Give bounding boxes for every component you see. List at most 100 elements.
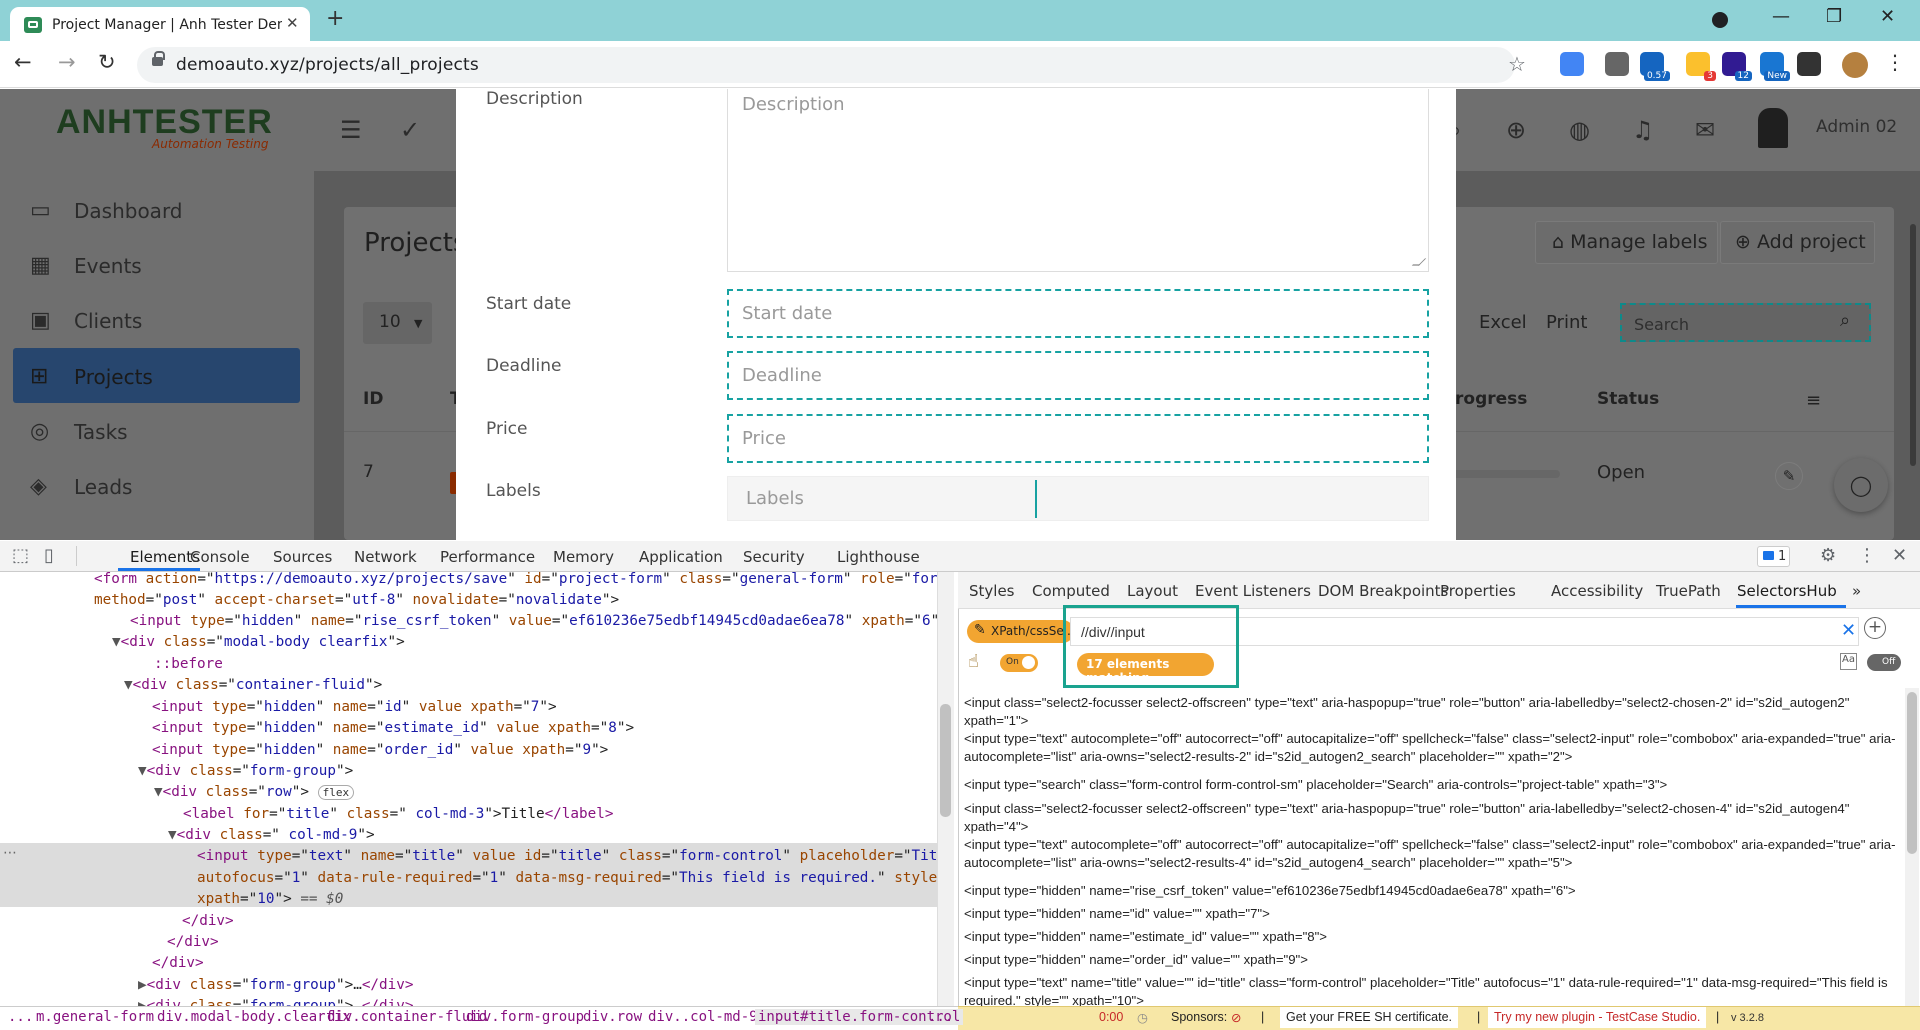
clear-icon[interactable]: ✕ [1841, 620, 1856, 641]
column-header-progress[interactable]: rogress [1455, 389, 1527, 409]
start-date-input[interactable]: Start date [727, 289, 1429, 338]
sidebar-item-projects[interactable]: ⊞ Projects [30, 357, 300, 401]
dom-node-form[interactable]: <form action="https://demoauto.xyz/proje… [94, 572, 937, 590]
description-textarea[interactable]: Description [727, 89, 1429, 272]
profile-avatar[interactable] [1842, 52, 1868, 78]
maximize-button[interactable]: ❐ [1826, 6, 1842, 27]
sidebar-item-clients[interactable]: ▣ Clients [30, 301, 300, 345]
labels-input[interactable]: Labels [727, 476, 1429, 521]
dom-node-modal-body[interactable]: ▼<div class="modal-body clearfix"> [112, 632, 405, 653]
subtab-truepath[interactable]: TruePath [1656, 582, 1721, 600]
matched-element-item[interactable]: <input type="hidden" name="estimate_id" … [964, 928, 1904, 946]
devtools-tab-console[interactable]: Console [190, 548, 250, 566]
matched-element-item[interactable]: <input type="text" autocomplete="off" au… [964, 730, 1904, 766]
subtab-layout[interactable]: Layout [1127, 582, 1178, 600]
hamburger-icon[interactable]: ☰ [340, 116, 362, 144]
minimize-button[interactable]: — [1772, 6, 1790, 27]
chat-button[interactable]: ◯ [1834, 458, 1888, 512]
bulb-icon[interactable]: 3 [1686, 52, 1716, 81]
selectorshub-toggle[interactable]: On [1000, 654, 1038, 672]
new-ext-icon[interactable]: New [1760, 52, 1790, 81]
subtab--[interactable]: » [1852, 582, 1861, 600]
devtools-tab-memory[interactable]: Memory [553, 548, 614, 566]
subtab-computed[interactable]: Computed [1032, 582, 1110, 600]
column-header-id[interactable]: ID [363, 389, 383, 409]
dom-node-col-md-9[interactable]: ▼<div class=" col-md-9"> [168, 825, 375, 846]
new-tab-button[interactable]: + [326, 6, 344, 31]
settings-gear-icon[interactable]: ⚙ [1820, 545, 1836, 566]
more-options-icon[interactable]: ⋮ [1858, 545, 1876, 566]
back-button[interactable]: ← [14, 50, 32, 74]
dom-node-csrf-input[interactable]: <input type="hidden" name="rise_csrf_tok… [130, 611, 937, 632]
sponsor-logo-icon[interactable]: ⊘ [1231, 1010, 1241, 1025]
manage-labels-button[interactable]: ⌂ Manage labels [1535, 221, 1718, 264]
breadcrumb-item[interactable]: div.row [583, 1009, 642, 1025]
dom-node-close-div[interactable]: </div> [182, 911, 234, 932]
print-button[interactable]: Print [1546, 312, 1587, 333]
profile-dropdown-icon[interactable] [1712, 12, 1728, 28]
window-close-button[interactable]: ✕ [1880, 6, 1895, 27]
table-search-input[interactable]: Search [1620, 303, 1871, 342]
matched-element-item[interactable]: <input type="search" class="form-control… [964, 776, 1904, 794]
results-scroll-thumb[interactable] [1907, 692, 1917, 854]
subtab-dom-breakpoints[interactable]: DOM Breakpoints [1318, 582, 1448, 600]
issues-badge[interactable]: 1 [1757, 546, 1790, 567]
dom-node-title-input-attrs[interactable]: autofocus="1" data-rule-required="1" dat… [197, 868, 937, 889]
subtab-event-listeners[interactable]: Event Listeners [1195, 582, 1311, 600]
devtools-tab-sources[interactable]: Sources [273, 548, 332, 566]
dom-node-form-group-collapsed[interactable]: ▶<div class="form-group">…</div> [138, 996, 413, 1006]
breadcrumb-item[interactable]: ... [8, 1009, 33, 1025]
plus-circle-icon[interactable]: ⊕ [1506, 116, 1526, 144]
edit-icon[interactable]: ✎ [1775, 462, 1803, 490]
translate-icon[interactable] [1560, 52, 1584, 76]
add-selector-icon[interactable]: + [1864, 617, 1886, 639]
dom-node-estimate-input[interactable]: <input type="hidden" name="estimate_id" … [152, 718, 634, 739]
device-toolbar-icon[interactable]: ▯ [44, 545, 54, 566]
matched-element-item[interactable]: <input class="select2-focusser select2-o… [964, 694, 1904, 730]
bell-icon[interactable]: ♫ [1632, 116, 1654, 144]
browser-tab-active[interactable]: Project Manager | Anh Tester Demo ✕ [10, 7, 310, 41]
plugin-link[interactable]: Try my new plugin - TestCase Studio. [1488, 1007, 1707, 1028]
grad-cap-icon[interactable]: 12 [1722, 52, 1752, 81]
recycle-icon[interactable] [1605, 52, 1629, 76]
elements-scroll-thumb[interactable] [940, 704, 951, 817]
dom-node-row[interactable]: ▼<div class="row"> flex [154, 782, 355, 803]
page-scrollbar[interactable] [1910, 224, 1916, 466]
matched-element-item[interactable]: <input type="hidden" name="id" value="" … [964, 905, 1904, 923]
breadcrumb-item[interactable]: m.general-form [36, 1009, 154, 1025]
tab-close-icon[interactable]: ✕ [286, 14, 299, 32]
matched-element-item[interactable]: <input class="select2-focusser select2-o… [964, 800, 1904, 836]
text-mode-icon[interactable]: Aa [1840, 653, 1857, 670]
url-text[interactable]: demoauto.xyz/projects/all_projects [176, 55, 479, 75]
devtools-tab-network[interactable]: Network [354, 548, 417, 566]
bookmark-star-icon[interactable]: ☆ [1508, 52, 1526, 76]
devtools-tab-application[interactable]: Application [639, 548, 723, 566]
inspect-element-icon[interactable]: ⬚ [12, 545, 29, 566]
column-options-icon[interactable]: ≡ [1806, 390, 1821, 411]
hand-icon[interactable]: ☝ [968, 651, 979, 672]
dom-node-before[interactable]: ::before [154, 654, 223, 675]
dom-node-id-input[interactable]: <input type="hidden" name="id" value xpa… [152, 697, 557, 718]
elements-tree[interactable]: <form action="https://demoauto.xyz/proje… [0, 572, 937, 1006]
dom-node-form-attrs[interactable]: method="post" accept-charset="utf-8" nov… [94, 590, 619, 611]
dom-node-container[interactable]: ▼<div class="container-fluid"> [124, 675, 382, 696]
lock-icon[interactable] [152, 51, 165, 66]
devtools-tab-lighthouse[interactable]: Lighthouse [837, 548, 920, 566]
subtab-properties[interactable]: Properties [1440, 582, 1516, 600]
check-circle-icon[interactable]: ✓ [400, 116, 420, 144]
devtools-tab-security[interactable]: Security [743, 548, 805, 566]
user-name[interactable]: Admin 02 [1816, 117, 1897, 137]
price-input[interactable]: Price [727, 414, 1429, 463]
puzzle-icon[interactable] [1797, 52, 1821, 76]
certificate-link[interactable]: Get your FREE SH certificate. [1280, 1007, 1459, 1028]
excel-button[interactable]: Excel [1479, 312, 1527, 333]
matched-element-item[interactable]: <input type="text" name="title" value=""… [964, 974, 1904, 1006]
sidebar-item-dashboard[interactable]: ▭ Dashboard [30, 191, 300, 235]
breadcrumb-item[interactable]: div..col-md-9 [648, 1009, 758, 1025]
dom-node-close-div[interactable]: </div> [167, 932, 219, 953]
mail-icon[interactable]: ✉ [1695, 116, 1715, 144]
close-devtools-icon[interactable]: ✕ [1892, 545, 1907, 566]
sidebar-item-tasks[interactable]: ◎ Tasks [30, 412, 300, 456]
user-avatar[interactable] [1758, 108, 1788, 148]
matching-elements-list[interactable]: <input class="select2-focusser select2-o… [964, 694, 1904, 1006]
